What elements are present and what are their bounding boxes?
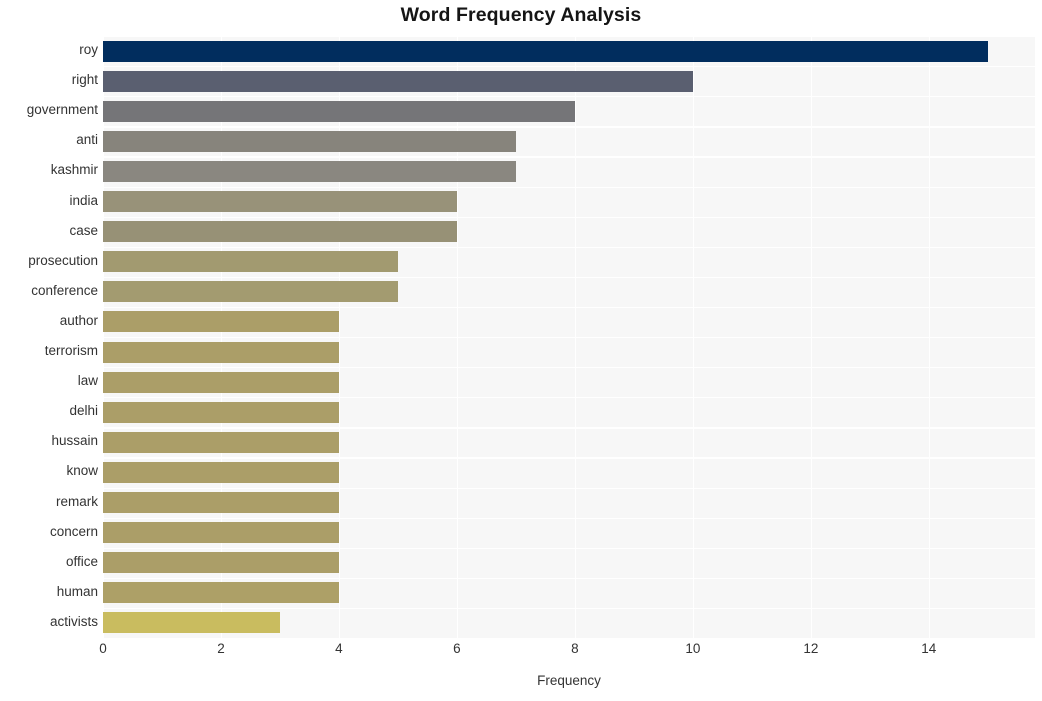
gridline-horizontal [103, 517, 1035, 519]
plot-area [103, 36, 1035, 640]
gridline-horizontal [103, 638, 1035, 640]
y-tick-label-law: law [77, 373, 98, 389]
chart-title: Word Frequency Analysis [400, 4, 642, 26]
bar-government [103, 100, 575, 122]
gridline-horizontal [103, 306, 1035, 309]
gridline-horizontal [103, 156, 1035, 158]
y-tick-label-india: india [69, 192, 98, 208]
bar-roy [103, 40, 988, 62]
gridline-horizontal [103, 487, 1035, 489]
x-tick-label-14: 14 [921, 641, 937, 656]
gridline-horizontal [103, 337, 1035, 339]
y-tick-label-right: right [71, 72, 98, 88]
y-tick-label-know: know [66, 463, 98, 479]
y-tick-label-author: author [59, 312, 98, 328]
gridline-horizontal [103, 246, 1035, 248]
x-tick-label-2: 2 [217, 641, 225, 656]
bar-delhi [103, 401, 339, 423]
y-tick-label-conference: conference [31, 282, 98, 298]
y-tick-label-office: office [65, 553, 98, 569]
bar-case [103, 221, 457, 243]
y-tick-label-terrorism: terrorism [44, 343, 98, 359]
bar-terrorism [103, 341, 339, 363]
gridline-horizontal [103, 397, 1035, 399]
x-tick-label-8: 8 [571, 641, 579, 656]
bar-law [103, 371, 339, 393]
bar-concern [103, 522, 339, 544]
y-tick-label-government: government [26, 102, 98, 118]
x-tick-label-10: 10 [685, 641, 701, 656]
y-tick-label-roy: roy [79, 42, 98, 58]
y-tick-label-kashmir: kashmir [50, 162, 98, 178]
y-tick-label-prosecution: prosecution [28, 252, 98, 268]
bar-author [103, 311, 339, 333]
x-tick-label-12: 12 [803, 641, 819, 656]
y-tick-label-human: human [56, 583, 98, 599]
x-tick-label-6: 6 [453, 641, 461, 656]
gridline-horizontal [103, 96, 1035, 98]
x-axis-tick-labels: 0 2 4 6 8 10 12 14 [0, 641, 1042, 665]
y-tick-label-case: case [69, 222, 98, 238]
gridline-horizontal [103, 186, 1035, 188]
bar-hussain [103, 431, 339, 453]
y-tick-label-hussain: hussain [51, 433, 98, 449]
bar-human [103, 582, 339, 604]
bar-prosecution [103, 251, 398, 273]
gridline-horizontal [103, 216, 1035, 218]
word-frequency-chart-figure: Word Frequency Analysis roy right governme… [0, 0, 1042, 701]
gridline-horizontal [103, 577, 1035, 580]
bar-india [103, 191, 457, 213]
gridline-horizontal [103, 36, 1035, 38]
bar-office [103, 552, 339, 574]
bar-conference [103, 281, 398, 303]
gridline-horizontal [103, 457, 1035, 459]
y-axis-tick-labels: roy right government anti kashmir india case pr… [0, 36, 98, 638]
gridline-horizontal [103, 607, 1035, 610]
bar-right [103, 70, 693, 92]
y-tick-label-concern: concern [49, 523, 98, 539]
y-tick-label-delhi: delhi [69, 403, 98, 419]
y-tick-label-remark: remark [55, 493, 98, 509]
gridline-horizontal [103, 427, 1035, 429]
x-tick-label-4: 4 [335, 641, 343, 656]
bar-anti [103, 130, 516, 152]
gridline-horizontal [103, 66, 1035, 68]
gridline-horizontal [103, 276, 1035, 279]
gridline-horizontal [103, 126, 1035, 128]
bar-activists [103, 612, 280, 634]
gridline-horizontal [103, 547, 1035, 549]
y-tick-label-anti: anti [76, 132, 98, 148]
gridline-horizontal [103, 367, 1035, 369]
bar-kashmir [103, 160, 516, 182]
x-tick-label-0: 0 [99, 641, 107, 656]
bar-know [103, 461, 339, 483]
y-tick-label-activists: activists [49, 613, 98, 629]
x-axis-title: Frequency [537, 673, 601, 688]
bar-remark [103, 492, 339, 514]
